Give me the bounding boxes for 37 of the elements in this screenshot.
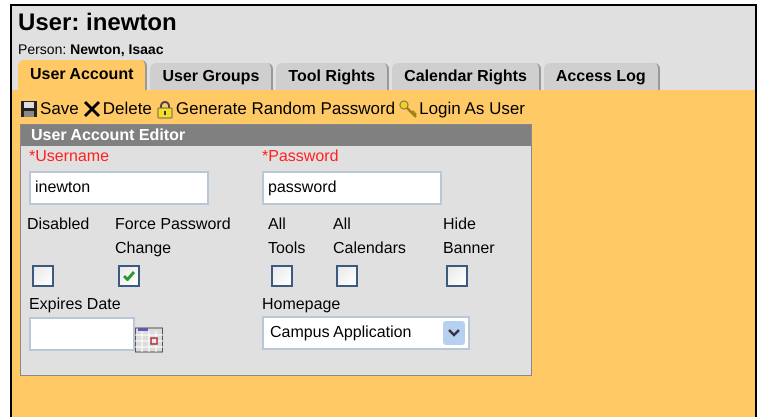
checkbox[interactable]	[446, 265, 468, 287]
tab[interactable]: User Account	[18, 60, 148, 90]
key-icon	[399, 100, 418, 118]
toolbar-button[interactable]: Save	[20, 96, 79, 122]
expires-date-field[interactable]	[29, 317, 135, 351]
checkbox-label: Disabled	[27, 215, 90, 235]
checkbox[interactable]	[32, 265, 54, 287]
homepage-label: Homepage	[262, 295, 340, 315]
tab[interactable]: User Groups	[150, 63, 274, 90]
padlock-icon	[156, 100, 174, 118]
tab[interactable]: Calendar Rights	[392, 63, 541, 90]
toolbar-button[interactable]: Delete	[82, 96, 152, 122]
checkbox-label: All Calendars	[333, 215, 406, 259]
person-label: Person: Newton, Isaac	[18, 40, 164, 58]
checkbox[interactable]	[271, 265, 293, 287]
toolbar-button[interactable]: Generate Random Password	[156, 96, 396, 122]
checkbox[interactable]	[336, 265, 358, 287]
chevron-down-icon	[443, 321, 465, 345]
checkbox-label: Force Password Change	[115, 215, 232, 259]
homepage-dropdown[interactable]: Campus Application	[262, 316, 470, 350]
username-label: *Username	[29, 147, 110, 167]
expires-date-label: Expires Date	[29, 295, 121, 315]
page-title: User: inewton	[18, 8, 177, 38]
panel-title: User Account Editor	[21, 125, 531, 146]
username-field[interactable]: inewton	[29, 171, 209, 205]
x-icon	[82, 100, 101, 118]
checkbox[interactable]	[118, 265, 140, 287]
checkmark-icon	[123, 271, 135, 281]
toolbar-button[interactable]: Login As User	[399, 96, 525, 122]
calendar-icon[interactable]	[135, 327, 163, 353]
checkbox-label: Hide Banner	[443, 215, 495, 259]
tab[interactable]: Tool Rights	[276, 63, 390, 90]
homepage-value: Campus Application	[270, 323, 412, 343]
tab[interactable]: Access Log	[544, 63, 660, 90]
checkbox-label: All Tools	[268, 215, 306, 259]
password-field[interactable]: password	[262, 171, 442, 205]
password-label: *Password	[262, 147, 338, 167]
